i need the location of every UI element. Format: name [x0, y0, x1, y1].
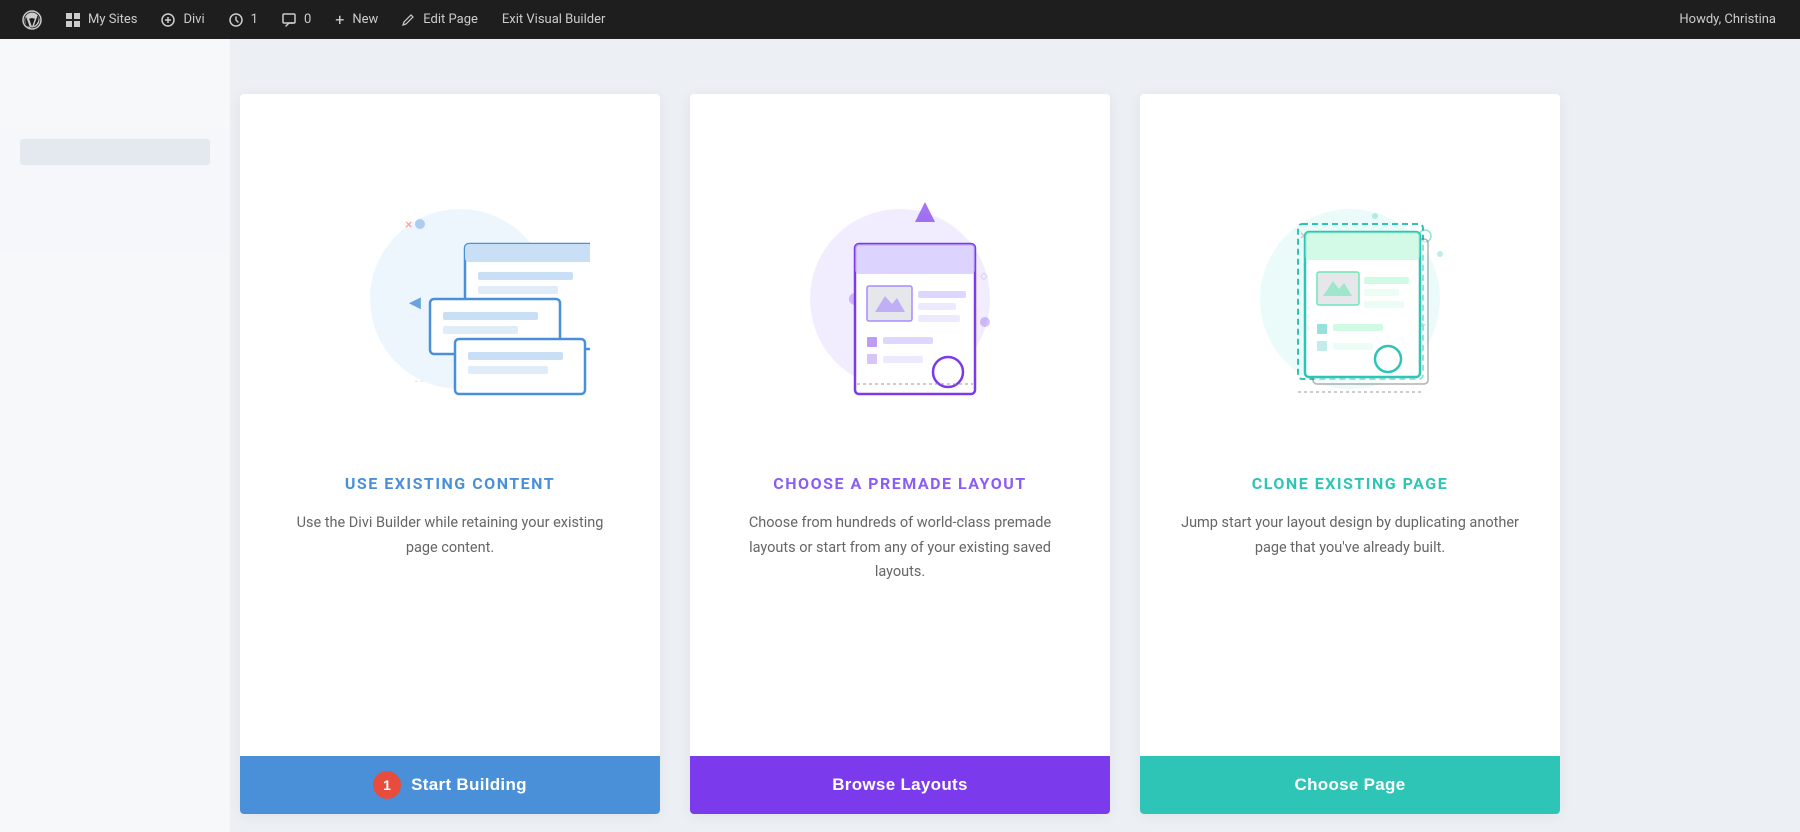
sidebar-placeholder — [20, 139, 210, 165]
clone-page-illustration: × ► — [1140, 94, 1560, 474]
exit-visual-builder-label: Exit Visual Builder — [502, 12, 605, 27]
start-building-label: Start Building — [411, 775, 527, 795]
clone-page-description: Jump start your layout design by duplica… — [1140, 511, 1560, 726]
start-building-button[interactable]: 1 Start Building — [240, 756, 660, 814]
edit-page-label: Edit Page — [423, 12, 478, 27]
use-existing-illustration: × ◇ - - ◄ — [240, 94, 660, 474]
clone-page-card: × ► — [1140, 94, 1560, 814]
premade-layout-title: CHOOSE A PREMADE LAYOUT — [743, 474, 1056, 493]
divi-label: Divi — [183, 12, 204, 27]
use-existing-description: Use the Divi Builder while retaining you… — [240, 511, 660, 726]
left-sidebar — [0, 39, 230, 832]
my-sites-label: My Sites — [88, 12, 137, 27]
clone-page-title: CLONE EXISTING PAGE — [1222, 474, 1478, 493]
use-existing-title: USE EXISTING CONTENT — [315, 474, 585, 493]
divi-menu[interactable]: Divi — [151, 0, 214, 39]
edit-page-menu[interactable]: Edit Page — [392, 0, 488, 39]
comments-menu[interactable]: 0 — [272, 0, 321, 39]
choose-page-label: Choose Page — [1295, 775, 1406, 795]
new-label: New — [352, 12, 378, 27]
wordpress-logo[interactable] — [12, 0, 52, 39]
comments-count: 0 — [304, 12, 311, 27]
updates-count: 1 — [251, 12, 258, 27]
premade-layout-description: Choose from hundreds of world-class prem… — [690, 511, 1110, 726]
premade-layout-illustration: × ◇ — [690, 94, 1110, 474]
choose-page-button[interactable]: Choose Page — [1140, 756, 1560, 814]
use-existing-card: × ◇ - - ◄ — [240, 94, 660, 814]
badge-number: 1 — [373, 771, 401, 799]
browse-layouts-button[interactable]: Browse Layouts — [690, 756, 1110, 814]
premade-layout-card: × ◇ — [690, 94, 1110, 814]
my-sites-menu[interactable]: My Sites — [56, 0, 147, 39]
greeting: Howdy, Christina — [1679, 12, 1788, 27]
exit-visual-builder[interactable]: Exit Visual Builder — [492, 0, 615, 39]
svg-text:- -: - - — [415, 376, 423, 387]
admin-bar: My Sites Divi 1 0 + New Edit Page Exit V… — [0, 0, 1800, 39]
new-menu[interactable]: + New — [325, 0, 388, 39]
updates-menu[interactable]: 1 — [219, 0, 268, 39]
browse-layouts-label: Browse Layouts — [832, 775, 968, 795]
main-content: × ◇ - - ◄ — [0, 39, 1800, 832]
svg-text:◇: ◇ — [980, 271, 988, 282]
svg-text:×: × — [405, 217, 412, 233]
svg-text:◄: ◄ — [405, 290, 425, 314]
